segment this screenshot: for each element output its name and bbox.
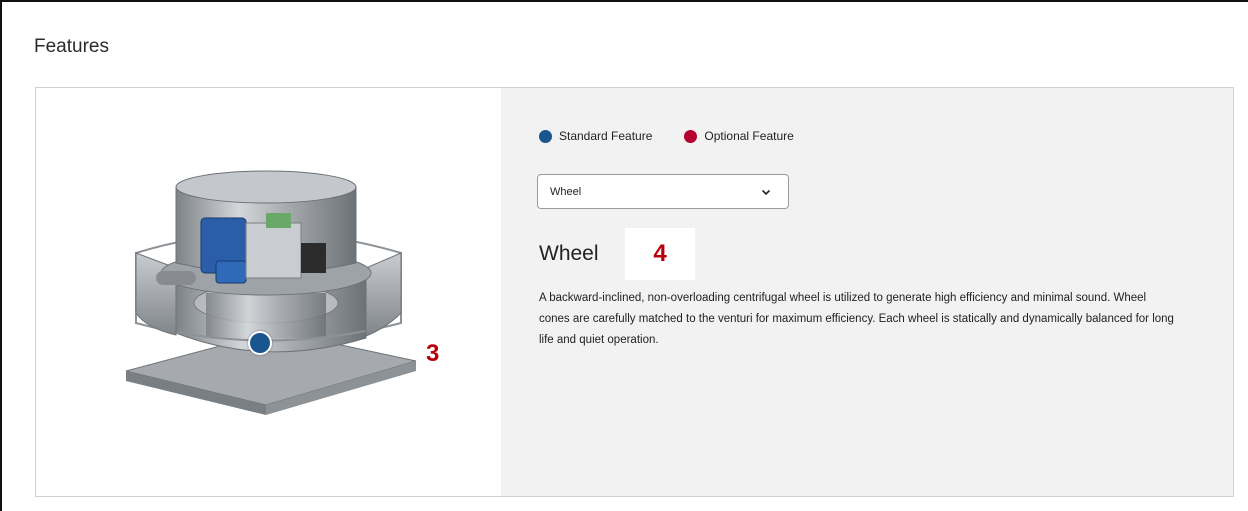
legend-optional: Optional Feature	[684, 129, 794, 143]
callout-box-4: 4	[625, 228, 695, 280]
feature-description: A backward-inclined, non-overloading cen…	[539, 292, 1174, 346]
legend-standard-label: Standard Feature	[559, 129, 653, 143]
wheel-hotspot-marker[interactable]	[248, 331, 272, 355]
section-title: Features	[34, 36, 109, 57]
standard-dot-icon	[539, 129, 552, 143]
feature-title: Wheel	[539, 242, 599, 265]
legend-optional-label: Optional Feature	[704, 129, 794, 143]
product-image-area: 3	[36, 88, 501, 496]
callout-number-4: 4	[653, 240, 667, 267]
feature-info-panel: Standard Feature Optional Feature Wheel …	[501, 88, 1233, 496]
feature-heading-row: Wheel	[539, 228, 599, 280]
feature-select[interactable]: Wheel	[537, 174, 789, 209]
chevron-down-icon	[761, 189, 771, 195]
features-panel: 3 Standard Feature Optional Feature Whee…	[35, 87, 1234, 497]
optional-dot-icon	[684, 129, 698, 143]
callout-number-3: 3	[426, 340, 440, 367]
legend-standard: Standard Feature	[539, 129, 652, 143]
feature-select-value: Wheel	[550, 185, 582, 198]
feature-legend: Standard Feature Optional Feature	[539, 129, 794, 143]
product-image	[125, 170, 417, 415]
